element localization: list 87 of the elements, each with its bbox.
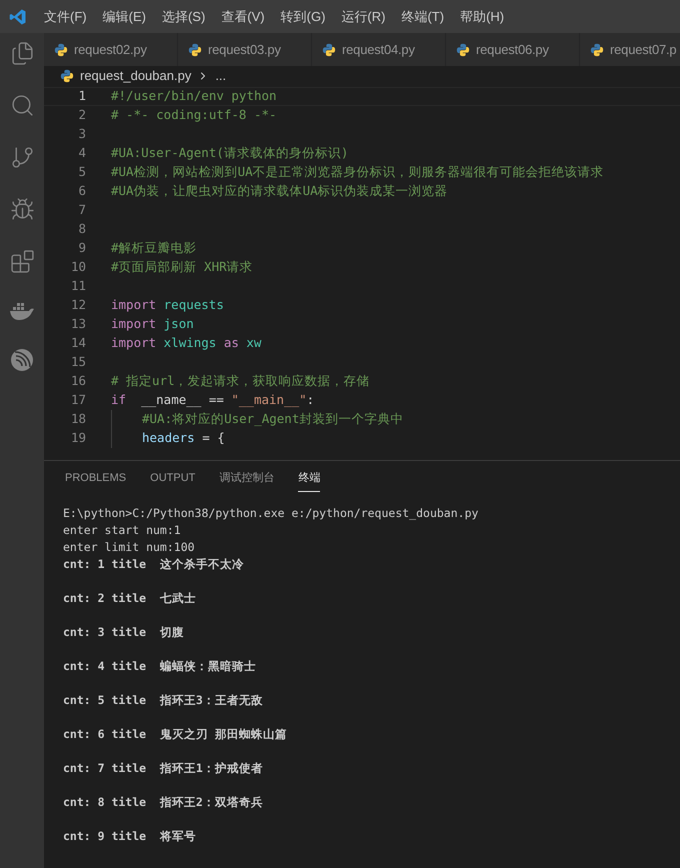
code-token: #解析豆瓣电影 [111,239,197,258]
code-token: # -*- coding:utf-8 -*- [111,106,277,124]
code-token: = { [202,429,225,448]
editor-tab[interactable]: request07.p [580,33,680,66]
terminal-line: cnt: 8 title 指环王2：双塔奇兵 [63,794,263,811]
circle-logo-icon[interactable] [10,348,34,372]
menu-item[interactable]: 运行(R) [333,6,394,26]
line-number: 5 [77,163,86,182]
python-icon [54,42,68,56]
menu-item[interactable]: 选择(S) [154,6,214,26]
line-number: 10 [70,258,86,276]
menu-item[interactable]: 终端(T) [393,6,452,26]
python-icon [322,42,336,56]
terminal-line: cnt: 4 title 蝙蝠侠：黑暗骑士 [63,658,256,675]
terminal-line: cnt: 3 title 切腹 [63,624,184,641]
line-number: 8 [77,220,86,238]
line-number: 4 [77,144,86,162]
code-token: #UA伪装，让爬虫对应的请求载体UA标识伪装成某一浏览器 [111,182,448,200]
menu-item[interactable]: 转到(G) [272,6,334,26]
line-number: 14 [70,334,86,352]
editor-tab[interactable]: request06.py [446,33,580,66]
panel-tab[interactable]: PROBLEMS [65,464,126,492]
line-number: 6 [77,182,86,200]
line-number: 18 [70,410,86,428]
terminal-line: cnt: 2 title 七武士 [63,590,196,607]
line-number: 7 [77,201,86,220]
menu-item[interactable]: 查看(V) [213,6,273,26]
code-token: xlwings [164,334,216,352]
breadcrumb-file[interactable]: request_douban.py [80,66,192,86]
python-icon [60,69,74,83]
line-number: 1 [77,87,86,106]
branch-icon[interactable] [10,145,34,170]
terminal-line: E:\python>C:/Python38/python.exe e:/python/request_douban.py [63,505,478,522]
terminal-line: enter start num:1 [63,522,181,539]
editor-tab[interactable]: request03.py [178,33,312,66]
code-token: #UA:将对应的User_Agent封装到一个字典中 [142,410,404,428]
terminal-line: cnt: 9 title 将军号 [63,828,196,845]
line-number: 2 [77,106,86,124]
line-number: 13 [70,315,86,334]
terminal-line: cnt: 5 title 指环王3：王者无敌 [63,692,263,709]
code-token: __name__ == [140,391,224,410]
code-token: headers [142,429,195,448]
line-number: 16 [70,372,86,390]
code-token: import [111,296,156,314]
line-number: 15 [70,353,86,372]
panel-tab[interactable]: OUTPUT [150,464,196,492]
code-token: requests [164,296,224,314]
terminal-line: enter limit num:100 [63,539,195,556]
code-token: import [111,315,156,334]
editor-tab[interactable]: request02.py [44,33,178,66]
code-token: : [306,391,314,410]
extensions-icon[interactable] [10,249,34,274]
code-token: #页面局部刷新 XHR请求 [111,258,253,276]
menu-item[interactable]: 帮助(H) [452,6,512,26]
code-token: #UA检测，网站检测到UA不是正常浏览器身份标识，则服务器端很有可能会拒绝该请求 [111,163,604,182]
line-number: 17 [70,391,86,410]
code-token: if [111,391,126,410]
python-icon [188,42,202,56]
code-token: #UA:User-Agent(请求载体的身份标识) [111,144,348,162]
search-icon[interactable] [10,93,34,118]
code-token: #!/user/bin/env python [111,87,277,106]
panel-tab[interactable]: 调试控制台 [219,464,274,492]
editor-tab[interactable]: request04.py [312,33,446,66]
panel-tab[interactable]: 终端 [298,464,320,492]
whale-icon[interactable] [9,301,35,321]
terminal-line: cnt: 6 title 鬼灭之刃 那田蜘蛛山篇 [63,726,287,743]
code-token: xw [246,334,262,352]
bug-icon[interactable] [10,197,34,222]
python-icon [590,42,604,56]
code-token: # 指定url，发起请求，获取响应数据，存储 [111,372,370,390]
line-number: 19 [70,429,86,448]
terminal-line: cnt: 7 title 指环王1：护戒使者 [63,760,263,777]
code-token: import [111,334,156,352]
line-number: 9 [77,239,86,258]
code-token: as [224,334,239,352]
python-icon [456,42,470,56]
code-token: json [164,315,194,334]
line-number: 12 [70,296,86,314]
terminal-line: cnt: 1 title 这个杀手不太冷 [63,556,244,573]
code-token: "__main__" [231,391,307,410]
menu-item[interactable]: 编辑(E) [94,6,154,26]
line-number: 11 [70,277,86,296]
app-logo-icon [9,8,27,26]
files-icon[interactable] [10,41,34,66]
breadcrumb-trail[interactable]: ... [215,66,226,86]
menu-item[interactable]: 文件(F) [36,6,95,26]
line-number: 3 [77,125,86,144]
